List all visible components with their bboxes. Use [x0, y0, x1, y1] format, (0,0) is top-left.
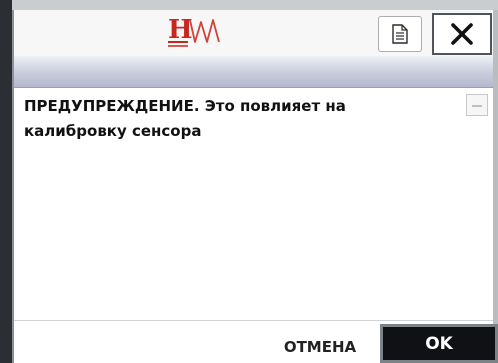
cancel-button[interactable]: ОТМЕНА [262, 330, 378, 363]
ok-button[interactable]: OK [380, 324, 498, 363]
hw-logo-icon: H [168, 15, 220, 47]
logo-letter: H [168, 15, 193, 45]
message-area: ПРЕДУПРЕЖДЕНИЕ. Это повлияет на калибров… [14, 88, 493, 320]
header-bar: H [14, 10, 493, 56]
dialog-title-bar [14, 56, 493, 88]
footer-divider [14, 320, 493, 321]
document-button[interactable] [378, 16, 422, 52]
top-strip [0, 0, 498, 10]
left-bezel [0, 0, 12, 363]
scroll-up-icon [472, 105, 482, 107]
document-icon [392, 24, 408, 44]
close-icon [451, 23, 473, 45]
right-edge [493, 10, 498, 363]
warning-message: ПРЕДУПРЕЖДЕНИЕ. Это повлияет на калибров… [24, 97, 346, 140]
device-screen: H ПРЕДУПРЕЖДЕНИЕ. Это повлияет на калибр… [0, 0, 498, 363]
scroll-up-button[interactable] [466, 94, 488, 116]
close-button[interactable] [432, 13, 492, 55]
